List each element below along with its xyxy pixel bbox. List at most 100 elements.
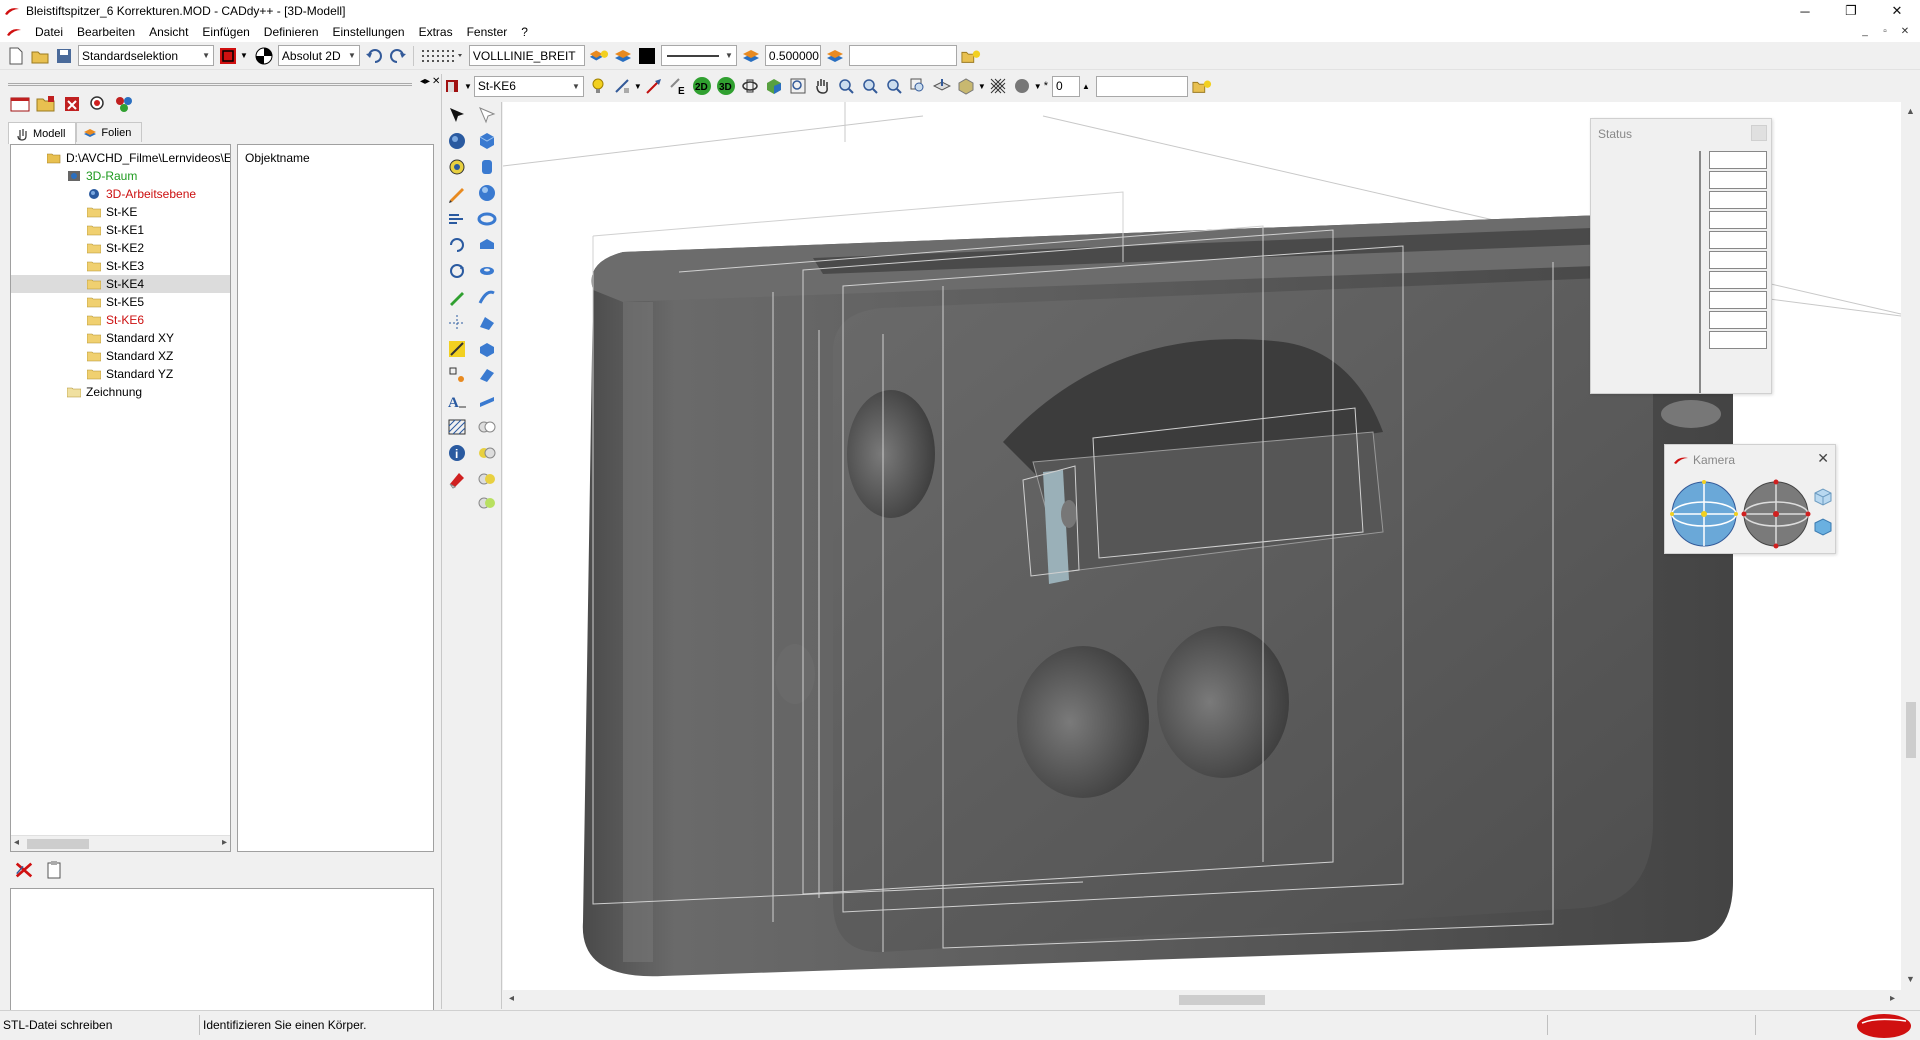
dimension-icon[interactable] xyxy=(446,338,468,360)
cube-view-front-icon[interactable] xyxy=(1813,517,1833,537)
grid-icon[interactable] xyxy=(419,46,465,66)
tree-item-st-ke5[interactable]: St-KE5 xyxy=(87,293,144,311)
folder-bulb-icon[interactable] xyxy=(961,46,981,66)
layer-select[interactable]: St-KE6 ▼ xyxy=(473,75,584,97)
mode-2d-button[interactable]: 2D xyxy=(692,76,712,96)
object-colors-icon[interactable] xyxy=(114,94,134,114)
layer-stack-icon[interactable] xyxy=(613,46,633,66)
sphere-icon[interactable] xyxy=(446,130,468,152)
tree-item-root[interactable]: D:\AVCHD_Filme\Lernvideos\E xyxy=(47,149,230,167)
select-arrow-outline-icon[interactable] xyxy=(476,104,498,126)
mdi-minimize-icon[interactable]: _ xyxy=(1858,24,1872,38)
layer-color-icon[interactable] xyxy=(442,76,462,96)
text-tool-icon[interactable]: A xyxy=(446,390,468,412)
tab-modell[interactable]: Modell xyxy=(8,122,77,144)
ring-icon[interactable] xyxy=(476,260,498,282)
rotate-icon[interactable] xyxy=(446,260,468,282)
cube-view-top-icon[interactable] xyxy=(1813,487,1833,507)
coordinate-mode-select[interactable]: Absolut 2D ▼ xyxy=(277,45,360,66)
orbit-globe-icon[interactable] xyxy=(1669,479,1739,549)
render-dropdown-icon[interactable]: ▼ xyxy=(1034,82,1042,91)
scroll-left-icon[interactable]: ◂ xyxy=(14,837,19,848)
scroll-right-icon[interactable]: ▸ xyxy=(222,837,227,848)
line-type-field[interactable]: VOLLLINIE_BREIT xyxy=(468,45,585,66)
close-button[interactable]: ✕ xyxy=(1874,0,1920,22)
scroll-down-icon[interactable]: ▼ xyxy=(1906,974,1915,984)
tree-item-st-ke3[interactable]: St-KE3 xyxy=(87,257,144,275)
bulb-icon[interactable] xyxy=(588,76,608,96)
hatch-icon[interactable] xyxy=(446,416,468,438)
tree-item-st-ke4[interactable]: St-KE4 xyxy=(11,275,230,293)
eraser-icon[interactable] xyxy=(446,468,468,490)
mdi-restore-icon[interactable]: ▫ xyxy=(1878,24,1892,38)
element-e-icon[interactable]: E xyxy=(668,76,688,96)
shape-tools-icon[interactable] xyxy=(446,364,468,386)
tree-item-st-ke[interactable]: St-KE xyxy=(87,203,137,221)
cylinder-icon[interactable] xyxy=(476,156,498,178)
box-icon[interactable] xyxy=(476,130,498,152)
snap-dropdown-icon[interactable]: ▼ xyxy=(634,82,642,91)
line-width-layer-icon[interactable] xyxy=(741,46,761,66)
panel-pin-icon[interactable]: ◂▸ xyxy=(420,76,430,87)
tree-item-standard-xz[interactable]: Standard XZ xyxy=(87,347,173,365)
sphere-render-icon[interactable] xyxy=(1012,76,1032,96)
document-menu-icon[interactable] xyxy=(6,27,22,37)
selection-color-dropdown-icon[interactable]: ▼ xyxy=(240,51,248,60)
layer-color-dropdown-icon[interactable]: ▼ xyxy=(464,82,472,91)
cube-view-icon[interactable] xyxy=(956,76,976,96)
green-pen-icon[interactable] xyxy=(446,286,468,308)
snap-icon[interactable] xyxy=(612,76,632,96)
ball-icon[interactable] xyxy=(476,182,498,204)
rotate-view-icon[interactable] xyxy=(740,76,760,96)
menu-help[interactable]: ? xyxy=(514,22,535,42)
menu-extras[interactable]: Extras xyxy=(412,22,460,42)
intersect-icon[interactable] xyxy=(476,468,498,490)
loft-icon[interactable] xyxy=(476,312,498,334)
menu-datei[interactable]: Datei xyxy=(28,22,70,42)
layer-bulb-icon[interactable] xyxy=(589,46,609,66)
orbit-icon[interactable] xyxy=(446,156,468,178)
redo-icon[interactable] xyxy=(388,46,408,66)
viewport-vertical-scrollbar[interactable]: ▲ ▼ xyxy=(1901,102,1920,990)
tree-item-st-ke2[interactable]: St-KE2 xyxy=(87,239,144,257)
scroll-thumb[interactable] xyxy=(1179,995,1265,1005)
line-width-field[interactable]: 0.500000 xyxy=(764,45,821,66)
counter-spin-icon[interactable]: ▲ xyxy=(1082,82,1090,91)
camera-panel-close-button[interactable]: ✕ xyxy=(1817,450,1829,467)
fillet-icon[interactable] xyxy=(476,364,498,386)
object-name-header[interactable]: Objektname xyxy=(245,151,310,165)
menu-einfuegen[interactable]: Einfügen xyxy=(195,22,256,42)
roll-globe-icon[interactable] xyxy=(1741,479,1811,549)
minimize-button[interactable]: ─ xyxy=(1782,0,1828,22)
select-arrow-icon[interactable] xyxy=(446,104,468,126)
axis-icon[interactable] xyxy=(446,312,468,334)
zoom-in-icon[interactable] xyxy=(836,76,856,96)
tree-item-st-ke1[interactable]: St-KE1 xyxy=(87,221,144,239)
pair-spheres-icon[interactable] xyxy=(476,416,498,438)
tab-folien[interactable]: Folien xyxy=(76,122,143,142)
model-window-icon[interactable] xyxy=(10,94,30,114)
tree-item-3d-arbeitsebene[interactable]: 3D-Arbeitsebene xyxy=(87,185,196,203)
scroll-left-icon[interactable]: ◂ xyxy=(509,993,514,1004)
zoom-window-icon[interactable] xyxy=(788,76,808,96)
menu-fenster[interactable]: Fenster xyxy=(460,22,515,42)
counter-field[interactable]: 0 xyxy=(1051,75,1080,97)
pencil-icon[interactable] xyxy=(446,182,468,204)
status-panel-close-button[interactable] xyxy=(1751,125,1767,141)
transform-icon[interactable] xyxy=(446,208,468,230)
extrude-icon[interactable] xyxy=(476,234,498,256)
hatch-grid-icon[interactable] xyxy=(988,76,1008,96)
tree-item-standard-yz[interactable]: Standard YZ xyxy=(87,365,173,383)
delete-element-icon[interactable] xyxy=(62,94,82,114)
toolbar2-extra-field[interactable] xyxy=(1095,75,1188,97)
menu-ansicht[interactable]: Ansicht xyxy=(142,22,195,42)
menu-einstellungen[interactable]: Einstellungen xyxy=(326,22,412,42)
shaded-view-icon[interactable] xyxy=(764,76,784,96)
view-plane-icon[interactable] xyxy=(932,76,952,96)
search-object-icon[interactable] xyxy=(88,94,108,114)
rotate-copy-icon[interactable] xyxy=(446,234,468,256)
viewport-horizontal-scrollbar[interactable]: ◂ ▸ xyxy=(503,990,1901,1009)
scroll-thumb[interactable] xyxy=(27,839,89,849)
coordinate-icon[interactable] xyxy=(254,46,274,66)
mdi-close-icon[interactable]: ✕ xyxy=(1898,24,1912,38)
